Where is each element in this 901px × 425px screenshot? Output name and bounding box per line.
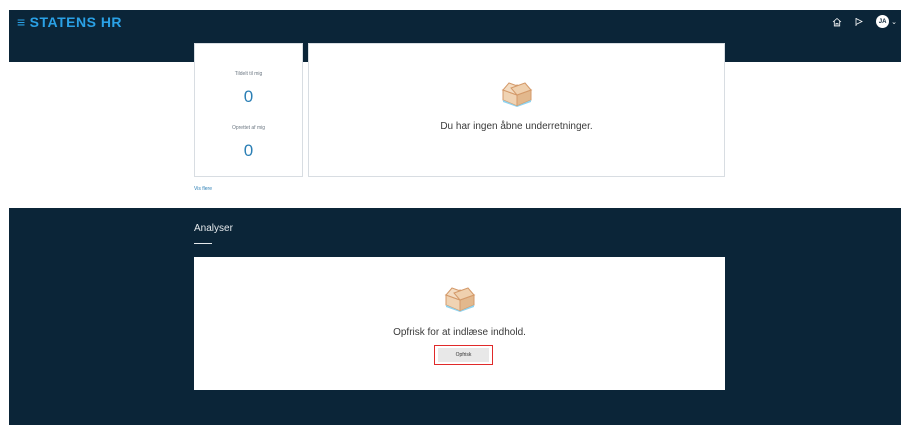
vis-flere-link[interactable]: Vis flere bbox=[194, 186, 212, 192]
assigned-to-me-count[interactable]: 0 bbox=[195, 87, 302, 107]
assigned-to-me-label: Tildelt til mig bbox=[234, 71, 263, 77]
app-title[interactable]: ≡ STATENS HR bbox=[17, 14, 122, 30]
hamburger-menu-icon[interactable]: ≡ bbox=[17, 14, 26, 30]
notifications-card: Du har ingen åbne underretninger. bbox=[308, 43, 725, 177]
top-right-icons: JA ⌄ bbox=[832, 15, 897, 28]
open-box-icon bbox=[501, 82, 533, 107]
created-by-me-label: Oprettet af mig bbox=[231, 125, 266, 131]
user-avatar[interactable]: JA bbox=[876, 15, 890, 28]
refresh-prompt-message: Opfrisk for at indlæse indhold. bbox=[393, 327, 526, 338]
home-icon[interactable] bbox=[832, 17, 842, 27]
refresh-button[interactable]: Opfrisk bbox=[438, 348, 489, 362]
open-box-icon bbox=[444, 287, 476, 312]
no-notifications-message: Du har ingen åbne underretninger. bbox=[440, 121, 593, 132]
analyser-title-underline bbox=[194, 243, 212, 244]
task-counts-card: Tildelt til mig 0 Oprettet af mig 0 bbox=[194, 43, 303, 177]
created-by-me-count[interactable]: 0 bbox=[195, 141, 302, 161]
flag-icon[interactable] bbox=[854, 17, 864, 27]
chevron-down-icon[interactable]: ⌄ bbox=[891, 18, 897, 26]
analyser-title: Analyser bbox=[194, 223, 233, 234]
app-title-text: STATENS HR bbox=[29, 14, 123, 30]
analyser-card: Opfrisk for at indlæse indhold. bbox=[194, 257, 725, 390]
